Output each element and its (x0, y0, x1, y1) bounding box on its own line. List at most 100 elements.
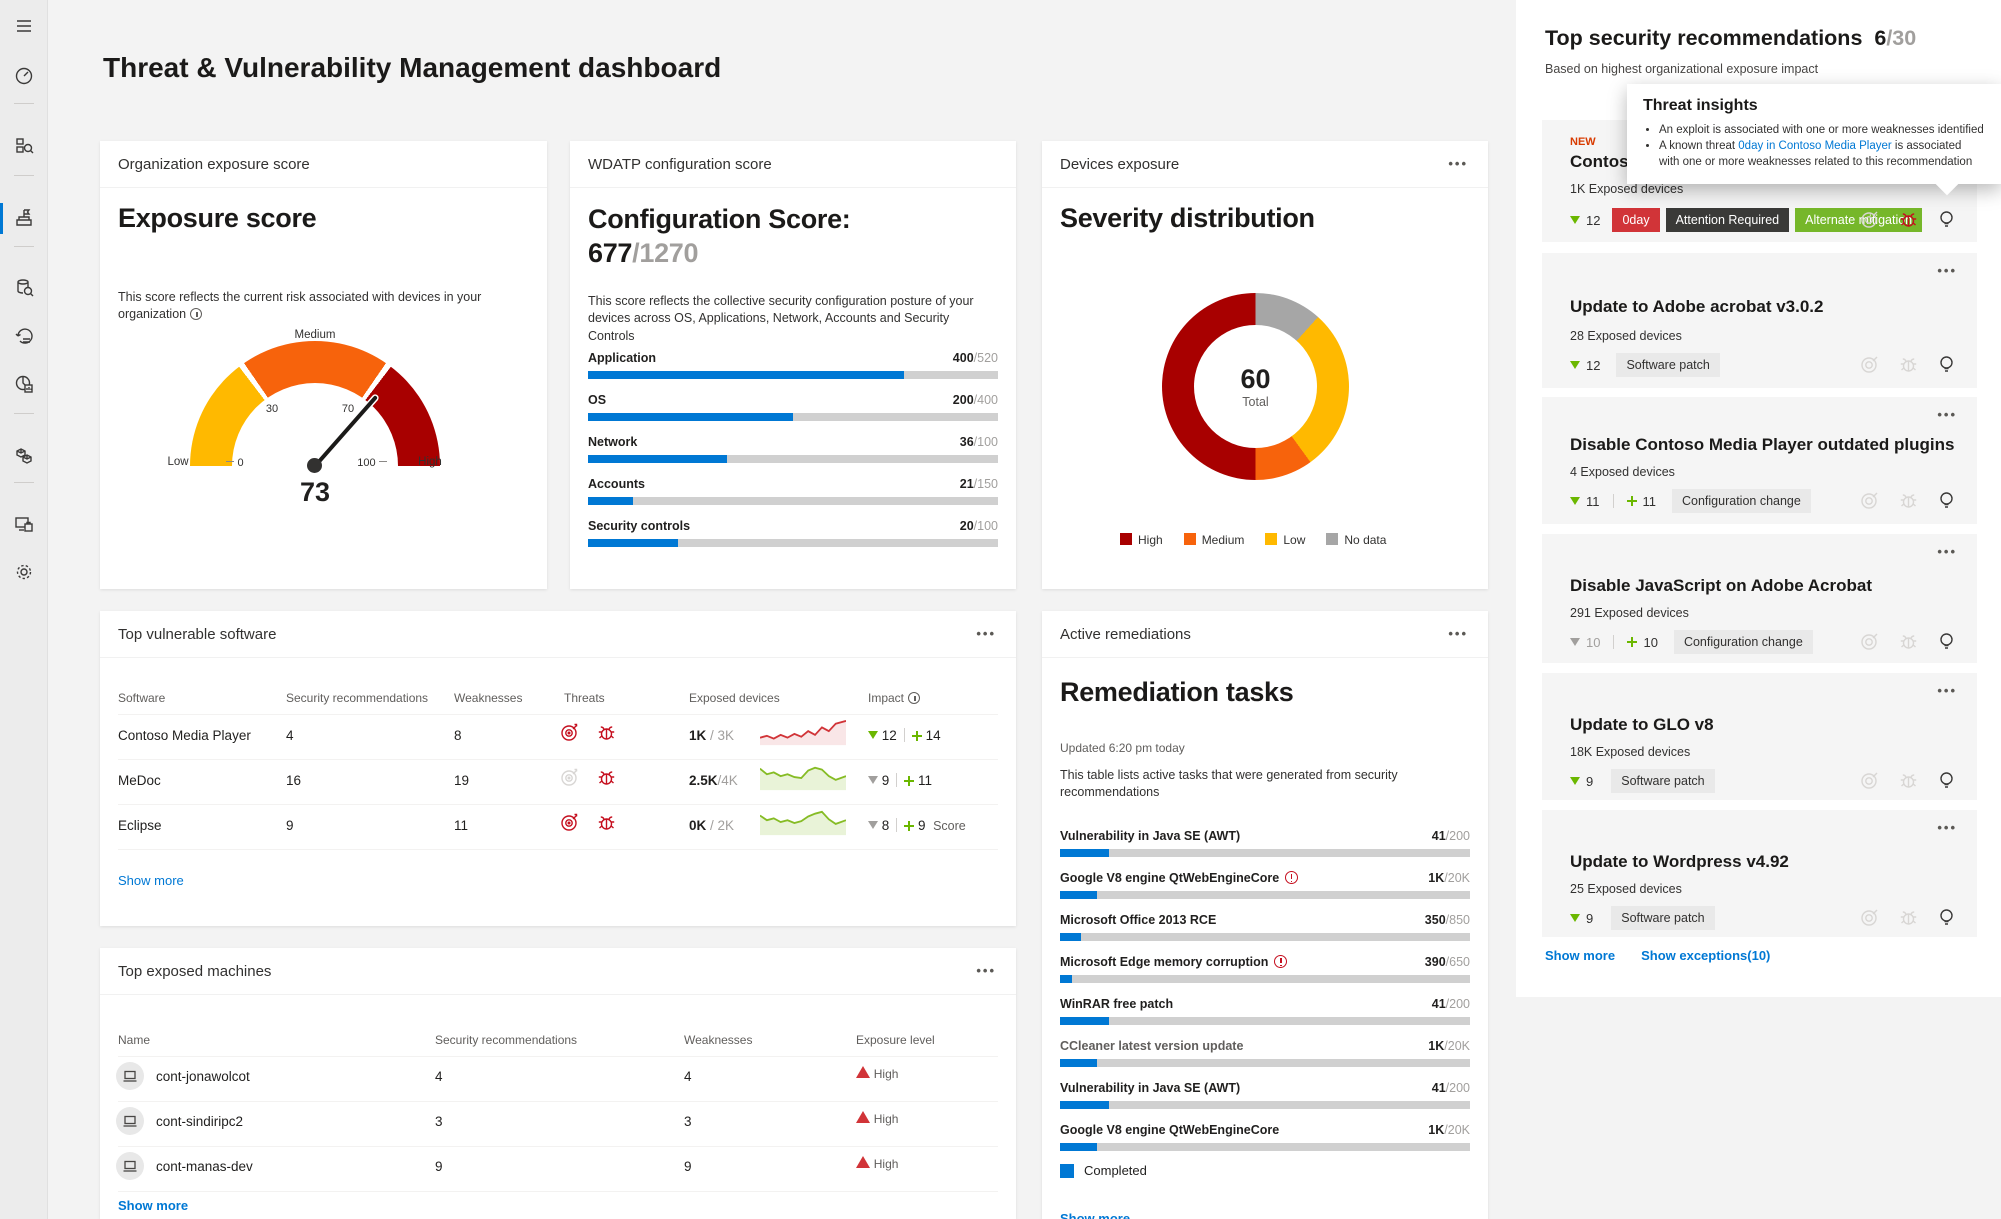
recommendation-card[interactable]: ••• Update to GLO v8 18K Exposed devices… (1542, 673, 1977, 800)
exploit-target-icon (560, 723, 579, 742)
col-software[interactable]: Software (118, 691, 165, 705)
col-exposure[interactable]: Exposure level (856, 1033, 935, 1047)
plus-icon (904, 776, 914, 786)
remediation-type-badge[interactable]: Configuration change (1674, 630, 1813, 654)
recommendation-title[interactable]: Update to Wordpress v4.92 (1570, 852, 1789, 872)
col-threats[interactable]: Threats (564, 691, 605, 705)
remediation-task[interactable]: Google V8 engine QtWebEngineCore1K/20K (1060, 1123, 1470, 1151)
zero-day-badge[interactable]: 0day (1612, 208, 1659, 232)
warning-icon[interactable] (1274, 955, 1287, 968)
high-exposure-icon (856, 1111, 870, 1123)
menu-icon[interactable] (0, 8, 48, 44)
secure-score-icon[interactable] (0, 200, 48, 236)
remediation-task[interactable]: Google V8 engine QtWebEngineCore1K/20K (1060, 871, 1470, 899)
more-menu-icon[interactable]: ••• (1937, 267, 1957, 275)
more-menu-icon[interactable]: ••• (1937, 824, 1957, 832)
remediation-type-badge[interactable]: Software patch (1616, 353, 1719, 377)
org-security-icon[interactable] (0, 128, 48, 164)
top-exposed-machines-card: Top exposed machines ••• Name Security re… (100, 948, 1016, 1219)
threat-bug-icon (597, 813, 616, 832)
col-exposed[interactable]: Exposed devices (689, 691, 780, 705)
col-weaknesses[interactable]: Weaknesses (454, 691, 522, 705)
remediation-type-badge[interactable]: Configuration change (1672, 489, 1811, 513)
exposed-devices: 25 Exposed devices (1570, 882, 1682, 896)
remediation-task[interactable]: Microsoft Office 2013 RCE350/850 (1060, 913, 1470, 941)
remediation-type-badge[interactable]: Software patch (1611, 906, 1714, 930)
recommendation-icons (1860, 355, 1955, 374)
remediation-task[interactable]: Vulnerability in Java SE (AWT)41/200 (1060, 1081, 1470, 1109)
trend-down-icon (1570, 638, 1580, 646)
recommendation-title[interactable]: Disable JavaScript on Adobe Acrobat (1570, 576, 1872, 596)
insight-bulb-icon[interactable] (1938, 908, 1955, 927)
insight-bulb-icon[interactable] (1938, 632, 1955, 651)
recommendation-title[interactable]: Update to GLO v8 (1570, 715, 1714, 735)
col-recommendations[interactable]: Security recommendations (286, 691, 428, 705)
info-icon[interactable] (190, 308, 202, 320)
recommendation-card[interactable]: ••• Disable Contoso Media Player outdate… (1542, 397, 1977, 524)
recommendation-card[interactable]: ••• Update to Wordpress v4.92 25 Exposed… (1542, 810, 1977, 937)
warning-icon[interactable] (1285, 871, 1298, 884)
insight-bulb-icon[interactable] (1938, 491, 1955, 510)
remediation-type-badge[interactable]: Software patch (1611, 769, 1714, 793)
progress-fill (588, 455, 727, 463)
remediation-task[interactable]: WinRAR free patch41/200 (1060, 997, 1470, 1025)
remediation-task[interactable]: CCleaner latest version update1K/20K (1060, 1039, 1470, 1067)
info-icon[interactable] (908, 692, 920, 704)
data-search-icon[interactable] (0, 270, 48, 306)
insight-bulb-icon[interactable] (1938, 355, 1955, 374)
recommendations-count-total: /30 (1886, 26, 1916, 50)
recommendation-title[interactable]: Update to Adobe acrobat v3.0.2 (1570, 297, 1823, 317)
show-more-link[interactable]: Show more (1060, 1211, 1130, 1219)
remediation-task[interactable]: Vulnerability in Java SE (AWT)41/200 (1060, 829, 1470, 857)
threat-bug-icon (1899, 632, 1918, 651)
show-more-link[interactable]: Show more (1545, 948, 1615, 963)
recommendation-card[interactable]: ••• Update to Adobe acrobat v3.0.2 28 Ex… (1542, 253, 1977, 388)
insight-bulb-icon[interactable] (1938, 210, 1955, 229)
more-menu-icon[interactable]: ••• (976, 630, 996, 638)
more-menu-icon[interactable]: ••• (1937, 687, 1957, 695)
insight-bulb-icon[interactable] (1938, 771, 1955, 790)
show-more-link[interactable]: Show more (118, 873, 184, 888)
plus-icon (904, 821, 914, 831)
divider (896, 773, 897, 787)
col-impact[interactable]: Impact (868, 691, 920, 705)
more-menu-icon[interactable]: ••• (1448, 160, 1468, 168)
show-exceptions-link[interactable]: Show exceptions(10) (1641, 948, 1770, 963)
machine-avatar (116, 1152, 144, 1180)
divider (118, 1056, 998, 1057)
history-icon[interactable] (0, 318, 48, 354)
card-header-label: WDATP configuration score (588, 156, 772, 173)
trend-and-badges: 9 Software patch (1570, 906, 1715, 930)
trend-and-badges: 10 10 Configuration change (1570, 630, 1813, 654)
config-bar-os: OS200/400 (588, 393, 998, 421)
inventory-icon[interactable] (0, 438, 48, 474)
high-exposure-icon (856, 1156, 870, 1168)
cell-impact: 8 9 Score (868, 818, 966, 833)
legend-swatch (1326, 533, 1338, 545)
more-menu-icon[interactable]: ••• (976, 967, 996, 975)
more-menu-icon[interactable]: ••• (1937, 548, 1957, 556)
col-name[interactable]: Name (118, 1033, 150, 1047)
more-menu-icon[interactable]: ••• (1448, 630, 1468, 638)
progress-track (588, 497, 998, 505)
remediation-task[interactable]: Microsoft Edge memory corruption390/650 (1060, 955, 1470, 983)
machine-avatar (116, 1107, 144, 1135)
attention-required-badge[interactable]: Attention Required (1666, 208, 1790, 232)
recommendation-title[interactable]: Disable Contoso Media Player outdated pl… (1570, 435, 1954, 455)
devices-icon[interactable] (0, 506, 48, 542)
dashboard-icon[interactable] (0, 58, 48, 94)
card-header-label: Top exposed machines (118, 963, 271, 980)
col-weaknesses[interactable]: Weaknesses (684, 1033, 752, 1047)
nav-divider (14, 175, 34, 176)
more-menu-icon[interactable]: ••• (1937, 411, 1957, 419)
reports-icon[interactable] (0, 366, 48, 402)
col-recommendations[interactable]: Security recommendations (435, 1033, 577, 1047)
configuration-score-value: 677 (588, 238, 632, 268)
threat-link[interactable]: 0day in Contoso Media Player (1738, 140, 1891, 152)
threat-bug-icon[interactable] (1899, 210, 1918, 229)
progress-fill (1060, 1143, 1097, 1151)
show-more-link[interactable]: Show more (118, 1198, 188, 1213)
recommendation-card[interactable]: ••• Disable JavaScript on Adobe Acrobat … (1542, 534, 1977, 663)
config-bar-app: Application400/520 (588, 351, 998, 379)
settings-icon[interactable] (0, 554, 48, 590)
